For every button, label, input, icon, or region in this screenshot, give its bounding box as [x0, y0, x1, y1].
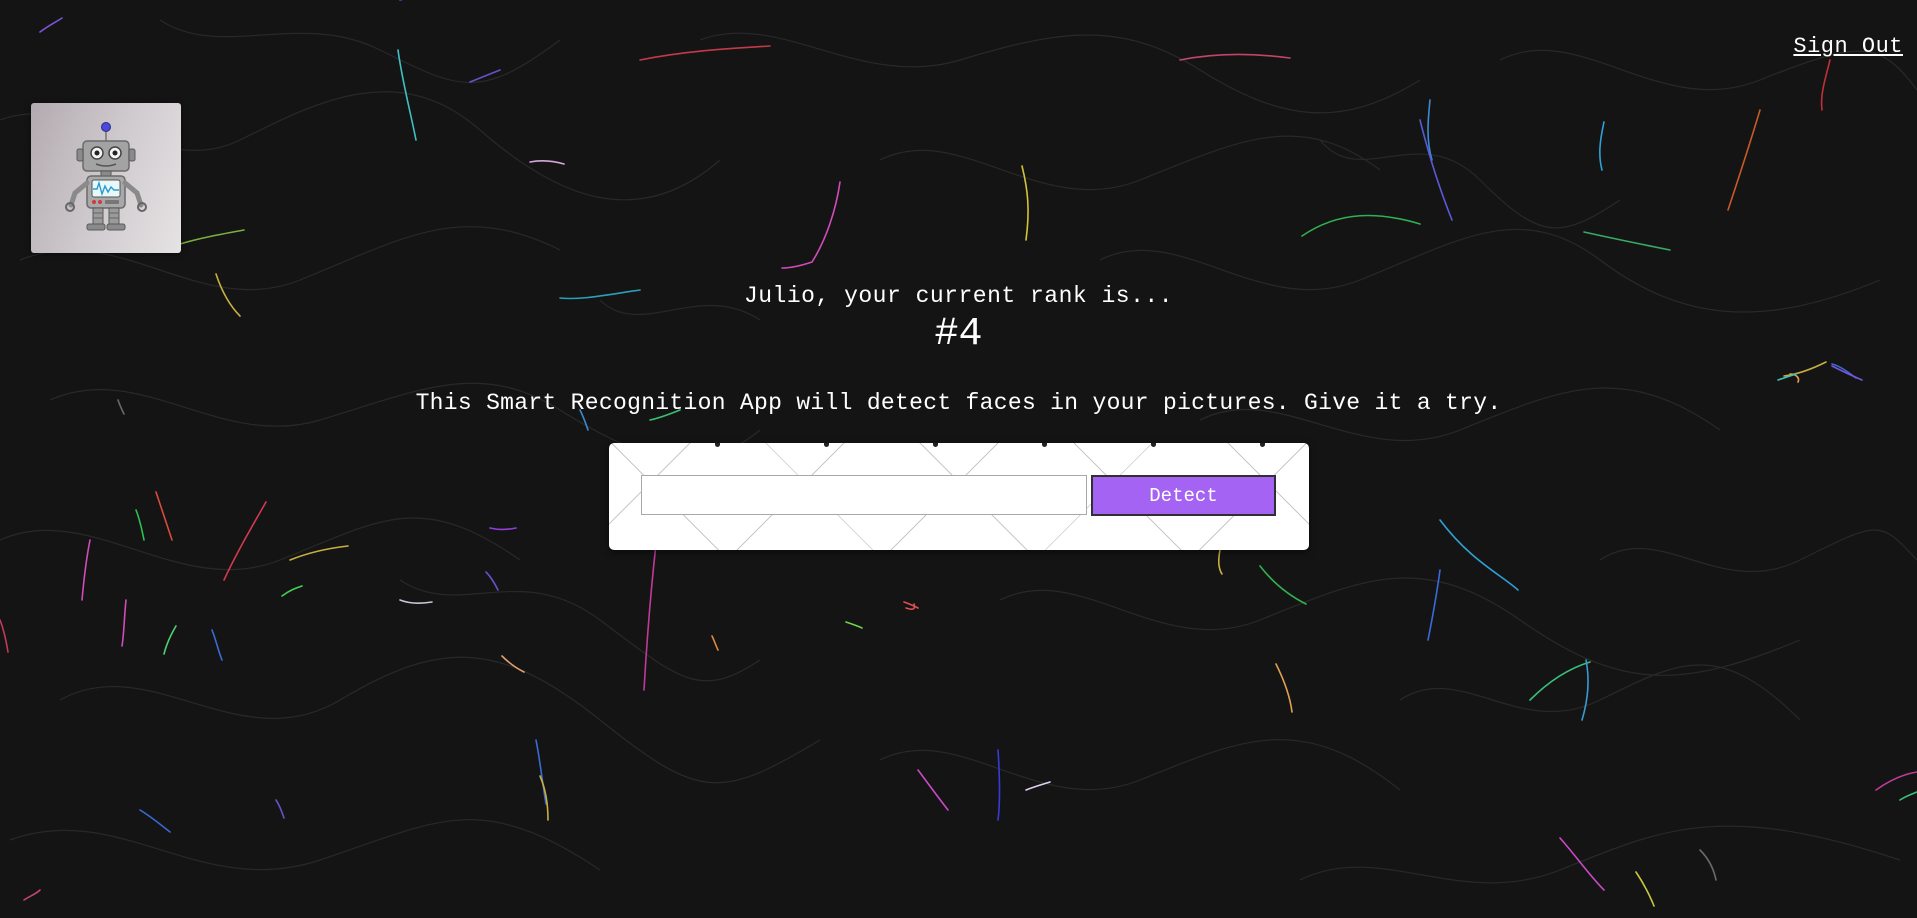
- image-url-form: Detect: [609, 443, 1309, 550]
- sign-out-link[interactable]: Sign Out: [1793, 34, 1903, 59]
- app-root: Sign Out Julio, your current rank is... …: [0, 0, 1917, 918]
- robot-icon: [65, 122, 147, 231]
- detect-button[interactable]: Detect: [1091, 475, 1276, 516]
- intro-text: This Smart Recognition App will detect f…: [415, 390, 1502, 416]
- panel-notch: [824, 443, 829, 447]
- panel-notch: [1042, 443, 1047, 447]
- image-url-input[interactable]: [641, 475, 1087, 515]
- rank-message: Julio, your current rank is...: [743, 283, 1174, 309]
- rank-value: #4: [934, 312, 983, 357]
- panel-notch: [1260, 443, 1265, 447]
- panel-notch: [933, 443, 938, 447]
- panel-notch: [1151, 443, 1156, 447]
- logo-card[interactable]: [31, 103, 181, 253]
- panel-notch: [715, 443, 720, 447]
